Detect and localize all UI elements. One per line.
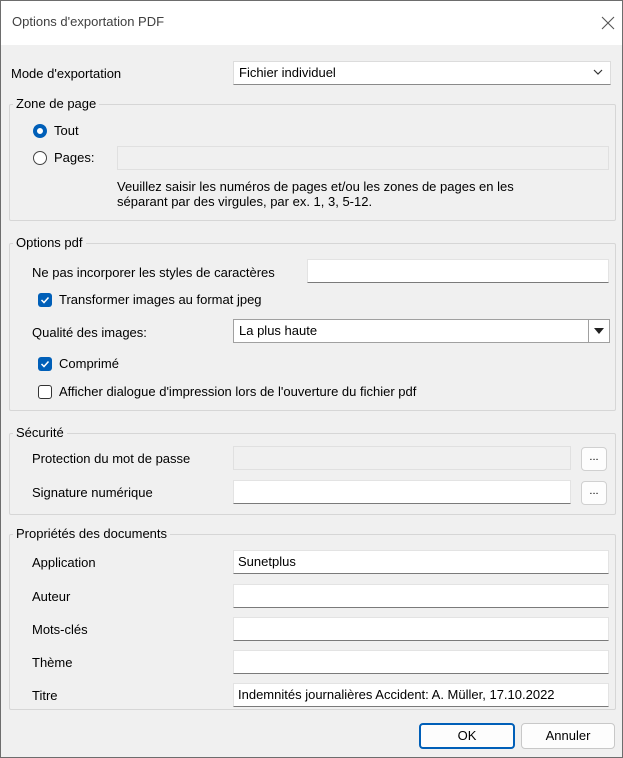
jpeg-checkbox[interactable] [38, 293, 52, 307]
export-mode-value: Fichier individuel [239, 65, 336, 80]
author-input[interactable] [233, 584, 609, 608]
radio-all[interactable] [33, 124, 47, 138]
pages-hint-line1: Veuillez saisir les numéros de pages et/… [117, 179, 514, 194]
chevron-down-icon [592, 66, 604, 81]
quality-select[interactable]: La plus haute [233, 319, 610, 343]
theme-input[interactable] [233, 650, 609, 674]
close-icon[interactable] [598, 13, 618, 33]
keywords-label: Mots-clés [32, 622, 88, 637]
theme-label: Thème [32, 655, 73, 670]
author-label: Auteur [32, 589, 71, 604]
quality-label: Qualité des images: [32, 325, 147, 340]
dropdown-arrow-icon [588, 320, 609, 342]
password-browse-button[interactable]: ... [581, 447, 607, 471]
doc-title-label: Titre [32, 688, 58, 703]
page-zone-title: Zone de page [13, 96, 100, 111]
export-mode-select[interactable]: Fichier individuel [233, 61, 611, 85]
doc-props-title: Propriétés des documents [13, 526, 171, 541]
check-icon [40, 296, 50, 304]
pages-hint-line2: séparant par des virgules, par ex. 1, 3,… [117, 194, 373, 209]
pages-input[interactable] [117, 146, 609, 170]
radio-pages[interactable] [33, 151, 47, 165]
signature-input[interactable] [233, 480, 571, 504]
print-dialog-checkbox[interactable] [38, 385, 52, 399]
ok-button[interactable]: OK [419, 723, 515, 749]
application-input[interactable]: Sunetplus [233, 550, 609, 574]
no-embed-input[interactable] [307, 259, 609, 283]
compressed-label: Comprimé [59, 356, 119, 371]
pdf-options-title: Options pdf [13, 235, 86, 250]
keywords-input[interactable] [233, 617, 609, 641]
export-mode-label: Mode d'exportation [11, 66, 122, 81]
pdf-export-dialog: Options d'exportation PDF Mode d'exporta… [0, 0, 623, 758]
no-embed-label: Ne pas incorporer les styles de caractèr… [32, 265, 275, 280]
check-icon [40, 360, 50, 368]
print-dialog-label: Afficher dialogue d'impression lors de l… [59, 384, 417, 399]
security-title: Sécurité [13, 425, 67, 440]
doc-title-input[interactable]: Indemnités journalières Accident: A. Mül… [233, 683, 609, 707]
compressed-checkbox[interactable] [38, 357, 52, 371]
cancel-button[interactable]: Annuler [521, 723, 615, 749]
dialog-title: Options d'exportation PDF [12, 14, 165, 29]
application-label: Application [32, 555, 96, 570]
signature-label: Signature numérique [32, 485, 153, 500]
radio-all-label: Tout [54, 123, 79, 138]
signature-browse-button[interactable]: ... [581, 481, 607, 505]
quality-value: La plus haute [239, 323, 318, 338]
password-label: Protection du mot de passe [32, 451, 191, 466]
password-input[interactable] [233, 446, 571, 470]
radio-pages-label: Pages: [54, 150, 95, 165]
jpeg-label: Transformer images au format jpeg [59, 292, 262, 307]
title-bar: Options d'exportation PDF [1, 1, 622, 45]
